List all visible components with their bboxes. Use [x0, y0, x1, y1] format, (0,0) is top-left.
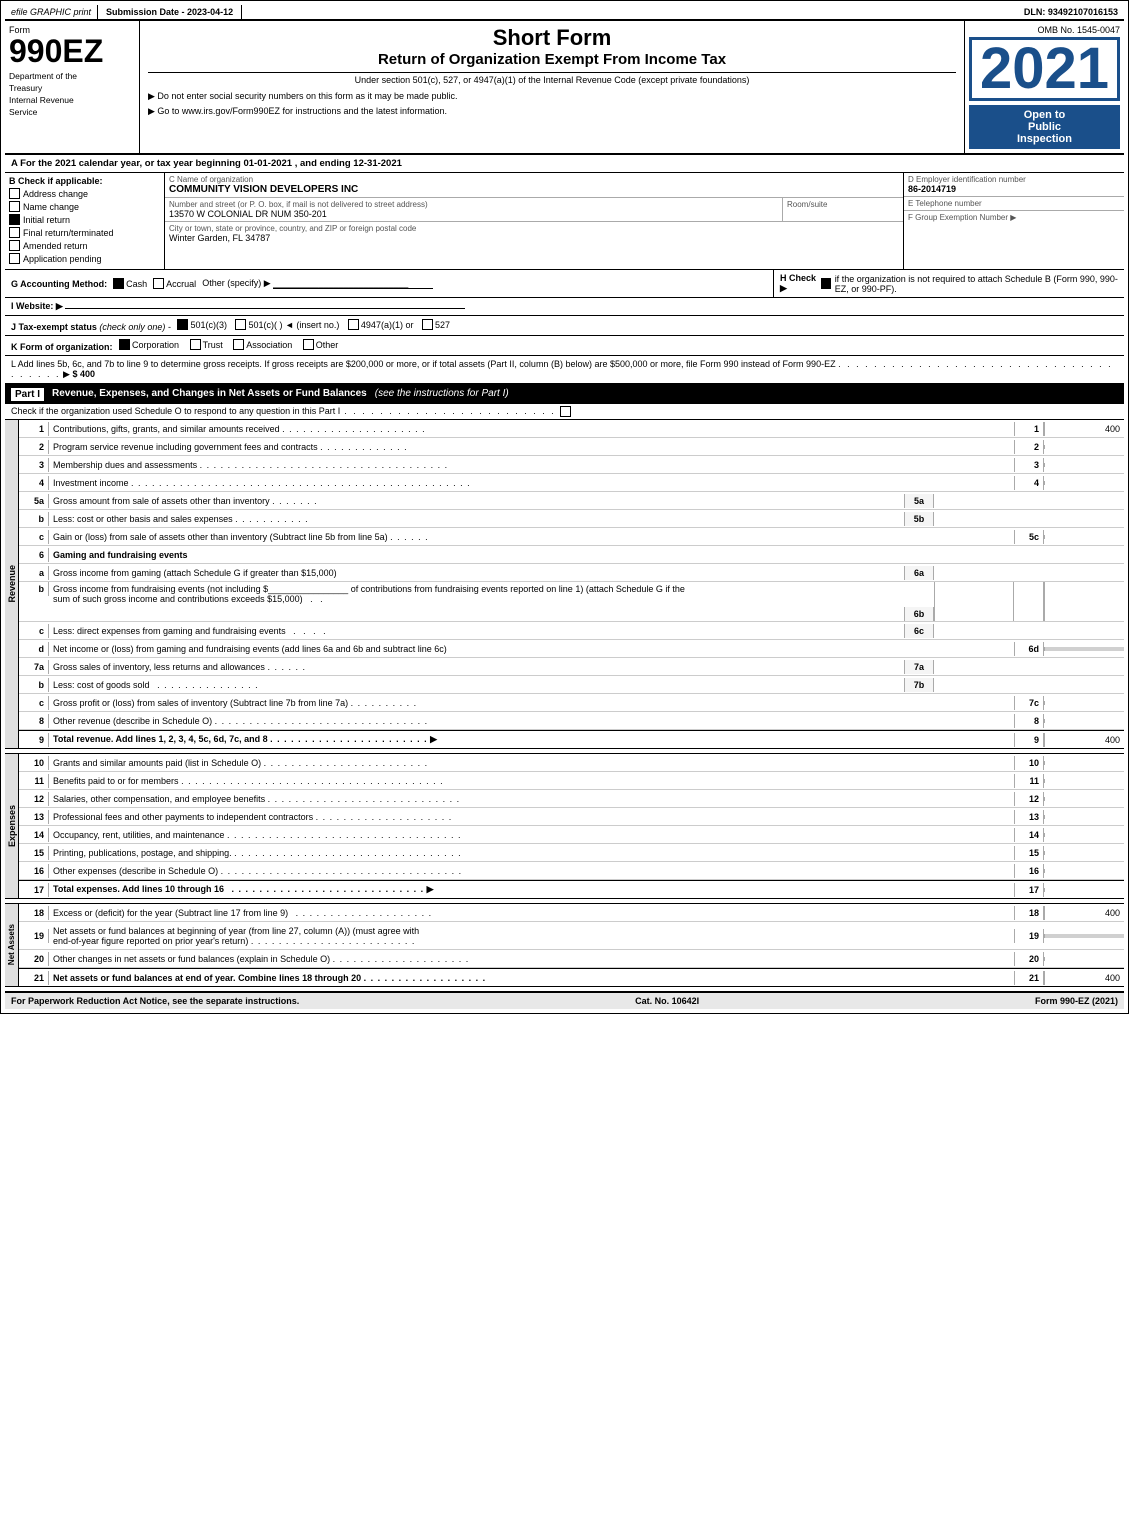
revenue-side-label: Revenue	[7, 565, 17, 603]
footer-cat: Cat. No. 10642I	[635, 996, 699, 1006]
org-name-label: C Name of organization	[169, 175, 899, 184]
efile-label: efile GRAPHIC print	[5, 5, 98, 19]
check-initial-return[interactable]: Initial return	[9, 214, 160, 225]
form-title1: Short Form	[148, 25, 956, 51]
part1-label: Part I	[11, 388, 44, 401]
footer-left: For Paperwork Reduction Act Notice, see …	[11, 996, 299, 1006]
city-value: Winter Garden, FL 34787	[169, 233, 899, 243]
section-l-arrow: ▶	[63, 369, 70, 379]
check-amended-return[interactable]: Amended return	[9, 240, 160, 251]
ein-value: 86-2014719	[908, 184, 1120, 194]
form-page: efile GRAPHIC print Submission Date - 20…	[0, 0, 1129, 1014]
check-cash[interactable]: Cash	[113, 278, 147, 289]
section-l-amount: $ 400	[72, 369, 95, 379]
street-label: Number and street (or P. O. box, if mail…	[169, 200, 778, 209]
org-name-value: COMMUNITY VISION DEVELOPERS INC	[169, 184, 899, 195]
form-number: 990EZ	[9, 35, 135, 67]
section-j-label: J Tax-exempt status	[11, 322, 97, 332]
section-i-label: I Website: ▶	[11, 301, 63, 311]
bullet1: ▶ Do not enter social security numbers o…	[148, 89, 956, 104]
part1-title: Revenue, Expenses, and Changes in Net As…	[52, 388, 367, 401]
check-application-pending[interactable]: Application pending	[9, 253, 160, 264]
form-title2: Return of Organization Exempt From Incom…	[148, 51, 956, 68]
room-label: Room/suite	[787, 200, 899, 209]
other-specify: Other (specify) ▶ ______________________…	[202, 278, 433, 289]
check-address-change[interactable]: Address change	[9, 188, 160, 199]
check-corp[interactable]: Corporation	[119, 339, 179, 350]
check-name-change[interactable]: Name change	[9, 201, 160, 212]
form-subtitle: Under section 501(c), 527, or 4947(a)(1)…	[148, 72, 956, 85]
dln: DLN: 93492107016153	[1018, 5, 1124, 19]
section-g-label: G Accounting Method:	[11, 279, 107, 289]
section-j-note: (check only one)	[99, 322, 165, 332]
part1-note: (see the instructions for Part I)	[375, 388, 509, 401]
dept-name: Department of the Treasury Internal Reve…	[9, 71, 135, 119]
section-k-label: K Form of organization:	[11, 342, 113, 352]
expenses-side-label: Expenses	[7, 805, 17, 847]
ein-label: D Employer identification number	[908, 175, 1120, 184]
check-501c[interactable]: 501(c)( ) ◄ (insert no.)	[235, 319, 339, 330]
check-527[interactable]: 527	[422, 319, 450, 330]
footer-right: Form 990-EZ (2021)	[1035, 996, 1118, 1006]
section-a-text: A For the 2021 calendar year, or tax yea…	[11, 158, 402, 169]
check-4947[interactable]: 4947(a)(1) or	[348, 319, 414, 330]
group-label: F Group Exemption Number ▶	[908, 213, 1120, 222]
city-label: City or town, state or province, country…	[169, 224, 899, 233]
check-other[interactable]: Other	[303, 339, 339, 350]
submission-date: Submission Date - 2023-04-12	[98, 5, 242, 19]
omb-number: OMB No. 1545-0047	[1037, 25, 1120, 35]
section-l-text: L Add lines 5b, 6c, and 7b to line 9 to …	[11, 359, 836, 369]
phone-label: E Telephone number	[908, 199, 1120, 208]
check-501c3[interactable]: 501(c)(3)	[177, 319, 227, 330]
check-trust[interactable]: Trust	[190, 339, 223, 350]
net-assets-side-label: Net Assets	[7, 924, 16, 965]
schedule-o-note: Check if the organization used Schedule …	[11, 406, 340, 417]
section-h-text: if the organization is not required to a…	[835, 274, 1118, 294]
section-b-label: B Check if applicable:	[9, 176, 160, 186]
check-accrual[interactable]: Accrual	[153, 278, 196, 289]
open-to-public-box: Open to Public Inspection	[969, 105, 1120, 149]
section-h-label: H Check ▶	[780, 273, 817, 294]
check-final-return[interactable]: Final return/terminated	[9, 227, 160, 238]
year-display: 2021	[969, 37, 1120, 101]
bullet2: ▶ Go to www.irs.gov/Form990EZ for instru…	[148, 104, 956, 119]
street-value: 13570 W COLONIAL DR NUM 350-201	[169, 209, 778, 219]
check-assoc[interactable]: Association	[233, 339, 292, 350]
